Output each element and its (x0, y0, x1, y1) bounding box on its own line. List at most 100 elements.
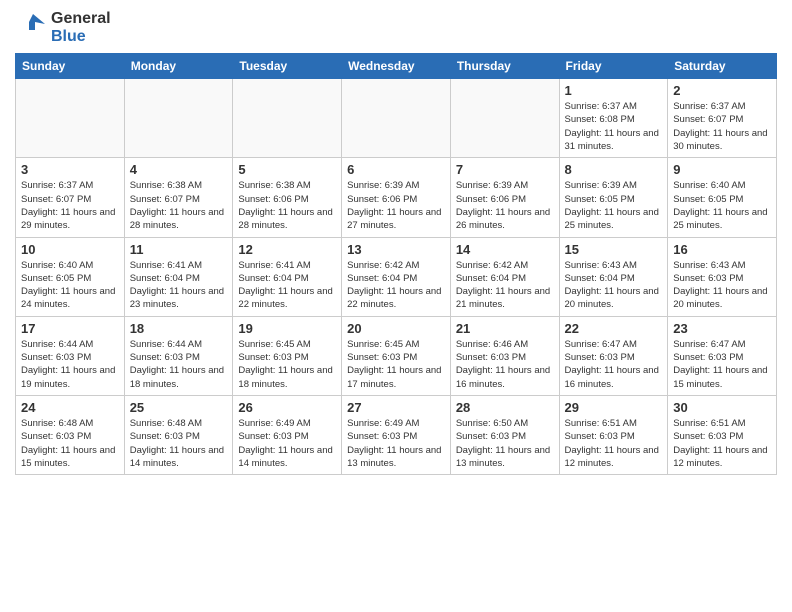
day-info: Sunrise: 6:38 AM Sunset: 6:07 PM Dayligh… (130, 179, 228, 232)
day-info: Sunrise: 6:40 AM Sunset: 6:05 PM Dayligh… (21, 259, 119, 312)
day-number: 29 (565, 400, 663, 415)
day-number: 13 (347, 242, 445, 257)
day-info: Sunrise: 6:44 AM Sunset: 6:03 PM Dayligh… (130, 338, 228, 391)
day-cell: 17 Sunrise: 6:44 AM Sunset: 6:03 PM Dayli… (16, 316, 125, 395)
day-cell: 6 Sunrise: 6:39 AM Sunset: 6:06 PM Daylig… (342, 158, 451, 237)
day-number: 25 (130, 400, 228, 415)
day-info: Sunrise: 6:44 AM Sunset: 6:03 PM Dayligh… (21, 338, 119, 391)
day-number: 9 (673, 162, 771, 177)
day-info: Sunrise: 6:43 AM Sunset: 6:04 PM Dayligh… (565, 259, 663, 312)
day-info: Sunrise: 6:37 AM Sunset: 6:08 PM Dayligh… (565, 100, 663, 153)
day-info: Sunrise: 6:48 AM Sunset: 6:03 PM Dayligh… (130, 417, 228, 470)
day-info: Sunrise: 6:47 AM Sunset: 6:03 PM Dayligh… (565, 338, 663, 391)
day-info: Sunrise: 6:51 AM Sunset: 6:03 PM Dayligh… (565, 417, 663, 470)
day-cell: 16 Sunrise: 6:43 AM Sunset: 6:03 PM Dayli… (668, 237, 777, 316)
day-number: 24 (21, 400, 119, 415)
day-number: 20 (347, 321, 445, 336)
day-cell: 2Sunrise: 6:37 AM Sunset: 6:07 PM Daylig… (668, 79, 777, 158)
day-cell: 12 Sunrise: 6:41 AM Sunset: 6:04 PM Dayli… (233, 237, 342, 316)
day-cell: 22 Sunrise: 6:47 AM Sunset: 6:03 PM Dayli… (559, 316, 668, 395)
day-cell (342, 79, 451, 158)
day-info: Sunrise: 6:50 AM Sunset: 6:03 PM Dayligh… (456, 417, 554, 470)
day-cell: 10 Sunrise: 6:40 AM Sunset: 6:05 PM Dayli… (16, 237, 125, 316)
week-row-4: 24 Sunrise: 6:48 AM Sunset: 6:03 PM Dayli… (16, 395, 777, 474)
day-cell (16, 79, 125, 158)
day-info: Sunrise: 6:45 AM Sunset: 6:03 PM Dayligh… (347, 338, 445, 391)
day-info: Sunrise: 6:41 AM Sunset: 6:04 PM Dayligh… (130, 259, 228, 312)
week-row-1: 3 Sunrise: 6:37 AM Sunset: 6:07 PM Daylig… (16, 158, 777, 237)
day-cell: 11 Sunrise: 6:41 AM Sunset: 6:04 PM Dayli… (124, 237, 233, 316)
day-number: 23 (673, 321, 771, 336)
day-cell: 4 Sunrise: 6:38 AM Sunset: 6:07 PM Daylig… (124, 158, 233, 237)
day-number: 8 (565, 162, 663, 177)
day-cell: 14 Sunrise: 6:42 AM Sunset: 6:04 PM Dayli… (450, 237, 559, 316)
day-number: 5 (238, 162, 336, 177)
day-cell: 19 Sunrise: 6:45 AM Sunset: 6:03 PM Dayli… (233, 316, 342, 395)
col-header-tuesday: Tuesday (233, 54, 342, 79)
day-number: 10 (21, 242, 119, 257)
day-info: Sunrise: 6:42 AM Sunset: 6:04 PM Dayligh… (347, 259, 445, 312)
col-header-thursday: Thursday (450, 54, 559, 79)
day-cell (233, 79, 342, 158)
week-row-2: 10 Sunrise: 6:40 AM Sunset: 6:05 PM Dayli… (16, 237, 777, 316)
day-number: 21 (456, 321, 554, 336)
col-header-friday: Friday (559, 54, 668, 79)
day-number: 14 (456, 242, 554, 257)
day-cell: 5 Sunrise: 6:38 AM Sunset: 6:06 PM Daylig… (233, 158, 342, 237)
day-number: 26 (238, 400, 336, 415)
day-cell: 28Sunrise: 6:50 AM Sunset: 6:03 PM Dayli… (450, 395, 559, 474)
day-info: Sunrise: 6:41 AM Sunset: 6:04 PM Dayligh… (238, 259, 336, 312)
day-number: 2 (673, 83, 771, 98)
day-info: Sunrise: 6:47 AM Sunset: 6:03 PM Dayligh… (673, 338, 771, 391)
day-cell: 15 Sunrise: 6:43 AM Sunset: 6:04 PM Dayli… (559, 237, 668, 316)
day-cell: 13 Sunrise: 6:42 AM Sunset: 6:04 PM Dayli… (342, 237, 451, 316)
day-number: 4 (130, 162, 228, 177)
day-number: 19 (238, 321, 336, 336)
day-cell: 21 Sunrise: 6:46 AM Sunset: 6:03 PM Dayli… (450, 316, 559, 395)
col-header-saturday: Saturday (668, 54, 777, 79)
day-number: 6 (347, 162, 445, 177)
day-cell: 27 Sunrise: 6:49 AM Sunset: 6:03 PM Dayli… (342, 395, 451, 474)
day-cell: 20 Sunrise: 6:45 AM Sunset: 6:03 PM Dayli… (342, 316, 451, 395)
day-number: 7 (456, 162, 554, 177)
day-info: Sunrise: 6:45 AM Sunset: 6:03 PM Dayligh… (238, 338, 336, 391)
day-cell: 23 Sunrise: 6:47 AM Sunset: 6:03 PM Dayli… (668, 316, 777, 395)
day-cell: 1 Sunrise: 6:37 AM Sunset: 6:08 PM Daylig… (559, 79, 668, 158)
calendar-table: SundayMondayTuesdayWednesdayThursdayFrid… (15, 53, 777, 475)
day-number: 3 (21, 162, 119, 177)
day-number: 22 (565, 321, 663, 336)
day-cell: 18 Sunrise: 6:44 AM Sunset: 6:03 PM Dayli… (124, 316, 233, 395)
day-info: Sunrise: 6:49 AM Sunset: 6:03 PM Dayligh… (347, 417, 445, 470)
day-info: Sunrise: 6:39 AM Sunset: 6:05 PM Dayligh… (565, 179, 663, 232)
day-number: 1 (565, 83, 663, 98)
day-cell: 9 Sunrise: 6:40 AM Sunset: 6:05 PM Daylig… (668, 158, 777, 237)
logo: GeneralBlue (15, 10, 111, 45)
day-cell: 3 Sunrise: 6:37 AM Sunset: 6:07 PM Daylig… (16, 158, 125, 237)
day-number: 12 (238, 242, 336, 257)
day-info: Sunrise: 6:39 AM Sunset: 6:06 PM Dayligh… (347, 179, 445, 232)
logo-bird-icon (15, 10, 47, 42)
day-info: Sunrise: 6:51 AM Sunset: 6:03 PM Dayligh… (673, 417, 771, 470)
day-number: 18 (130, 321, 228, 336)
day-cell: 30 Sunrise: 6:51 AM Sunset: 6:03 PM Dayli… (668, 395, 777, 474)
day-info: Sunrise: 6:46 AM Sunset: 6:03 PM Dayligh… (456, 338, 554, 391)
day-number: 15 (565, 242, 663, 257)
calendar-header-row: SundayMondayTuesdayWednesdayThursdayFrid… (16, 54, 777, 79)
day-cell: 26Sunrise: 6:49 AM Sunset: 6:03 PM Dayli… (233, 395, 342, 474)
day-number: 27 (347, 400, 445, 415)
day-number: 11 (130, 242, 228, 257)
page-header: GeneralBlue (15, 10, 777, 45)
day-info: Sunrise: 6:40 AM Sunset: 6:05 PM Dayligh… (673, 179, 771, 232)
day-cell: 8 Sunrise: 6:39 AM Sunset: 6:05 PM Daylig… (559, 158, 668, 237)
week-row-3: 17 Sunrise: 6:44 AM Sunset: 6:03 PM Dayli… (16, 316, 777, 395)
day-info: Sunrise: 6:43 AM Sunset: 6:03 PM Dayligh… (673, 259, 771, 312)
day-info: Sunrise: 6:42 AM Sunset: 6:04 PM Dayligh… (456, 259, 554, 312)
day-info: Sunrise: 6:39 AM Sunset: 6:06 PM Dayligh… (456, 179, 554, 232)
day-number: 17 (21, 321, 119, 336)
col-header-sunday: Sunday (16, 54, 125, 79)
day-info: Sunrise: 6:37 AM Sunset: 6:07 PM Dayligh… (21, 179, 119, 232)
day-number: 30 (673, 400, 771, 415)
day-number: 16 (673, 242, 771, 257)
day-cell: 29 Sunrise: 6:51 AM Sunset: 6:03 PM Dayli… (559, 395, 668, 474)
day-info: Sunrise: 6:38 AM Sunset: 6:06 PM Dayligh… (238, 179, 336, 232)
